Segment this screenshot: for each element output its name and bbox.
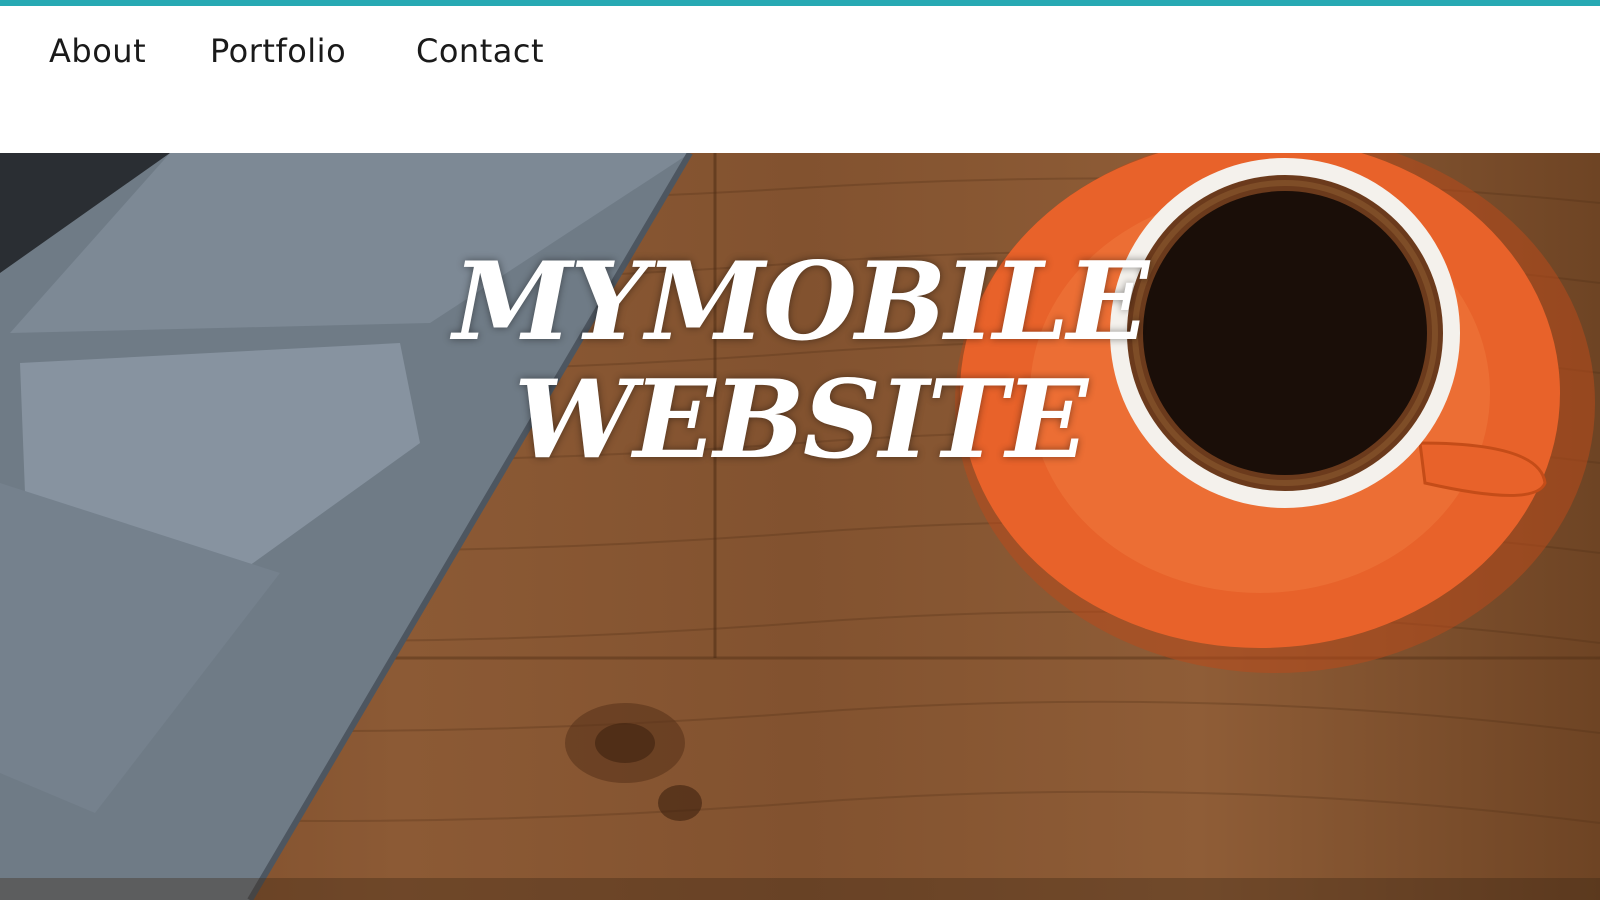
nav-link-portfolio[interactable]: Portfolio — [210, 32, 346, 70]
hero-banner: MYMOBILE WEBSITE — [0, 153, 1600, 900]
hero-title-line-2: WEBSITE — [513, 357, 1088, 483]
hero-title-line-1: MYMOBILE — [452, 239, 1149, 365]
hero-title: MYMOBILE WEBSITE — [0, 243, 1600, 479]
nav-link-about[interactable]: About — [49, 32, 146, 70]
nav-link-contact[interactable]: Contact — [416, 32, 544, 70]
top-navigation: About Portfolio Contact — [0, 6, 1600, 153]
